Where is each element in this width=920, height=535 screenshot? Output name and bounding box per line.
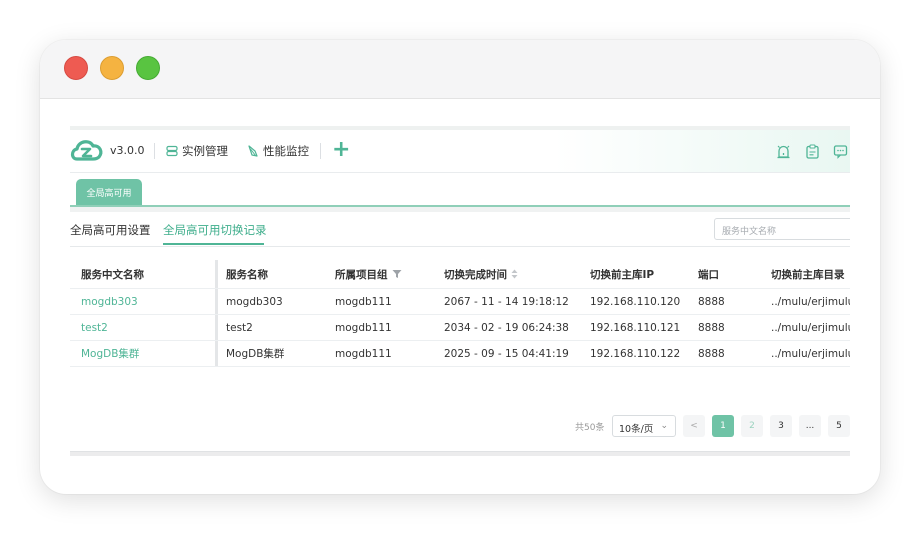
- header-primary-ip: 切换前主库IP: [590, 268, 655, 281]
- app-window: v3.0.0 实例管理 性能监控 + 全局高可用 全局高可用设置 全局高可用切换…: [40, 40, 880, 494]
- tab-global-ha[interactable]: 全局高可用: [76, 179, 142, 205]
- sub-tabs: 全局高可用设置 全局高可用切换记录 服务中文名称: [70, 212, 850, 247]
- table-cell: 2025 - 09 - 15 04:41:19: [444, 347, 569, 360]
- fixed-column-divider: [215, 260, 218, 288]
- switch-records-table: 服务中文名称 服务名称 所属项目组 切换完成时间 切换前主库IP 端口 切换前主…: [70, 260, 850, 367]
- fixed-column-divider: [215, 289, 218, 314]
- clipboard-icon[interactable]: [805, 144, 820, 159]
- active-subtab-indicator: [163, 243, 264, 245]
- service-cn-name-link[interactable]: mogdb303: [81, 289, 138, 314]
- header-label: 所属项目组: [335, 268, 388, 281]
- minimize-button[interactable]: [100, 56, 124, 80]
- add-button[interactable]: +: [332, 139, 350, 161]
- header-primary-dir: 切换前主库目录: [771, 268, 845, 281]
- nav-item-label: 性能监控: [263, 144, 309, 158]
- prev-page-button[interactable]: <: [683, 415, 705, 437]
- app-content: v3.0.0 实例管理 性能监控 + 全局高可用 全局高可用设置 全局高可用切换…: [70, 126, 850, 456]
- nav-divider: [320, 143, 321, 159]
- chevron-down-icon: ⌄: [660, 421, 668, 431]
- fixed-column-divider: [215, 315, 218, 340]
- version-label: v3.0.0: [110, 144, 145, 157]
- total-count: 共50条: [575, 423, 605, 433]
- pagination: 共50条 10条/页 ⌄ < 1 2 3 ... 5: [70, 415, 850, 437]
- maximize-button[interactable]: [136, 56, 160, 80]
- table-cell: mogdb111: [335, 321, 392, 334]
- leaf-icon: [248, 145, 258, 157]
- table-row: mogdb303 mogdb303 mogdb111 2067 - 11 - 1…: [70, 289, 850, 315]
- database-icon: [166, 145, 178, 157]
- filter-icon[interactable]: [392, 269, 402, 279]
- table-cell: mogdb111: [335, 295, 392, 308]
- sort-icon[interactable]: [511, 269, 518, 279]
- table-cell: 192.168.110.122: [590, 347, 681, 360]
- nav-item-label: 实例管理: [182, 144, 228, 158]
- page-size-select[interactable]: 10条/页 ⌄: [612, 415, 676, 437]
- table-cell: ../mulu/erjimulu: [771, 321, 850, 334]
- search-input[interactable]: 服务中文名称: [714, 218, 850, 240]
- header-port: 端口: [698, 268, 719, 281]
- nav-item-instance-management[interactable]: 实例管理: [166, 142, 228, 160]
- nav-divider: [154, 143, 155, 159]
- page-button-5[interactable]: 5: [828, 415, 850, 437]
- table-cell: MogDB集群: [226, 348, 285, 360]
- service-cn-name-link[interactable]: test2: [81, 315, 108, 340]
- page-button-3[interactable]: 3: [770, 415, 792, 437]
- header-service-name: 服务名称: [226, 268, 268, 281]
- header-service-cn-name: 服务中文名称: [81, 268, 144, 281]
- logo-icon: [70, 140, 103, 161]
- chat-icon[interactable]: [833, 144, 848, 159]
- alarm-icon[interactable]: [776, 144, 791, 159]
- service-cn-name-link[interactable]: MogDB集群: [81, 341, 139, 366]
- table-cell: 8888: [698, 347, 725, 360]
- table-cell: 2034 - 02 - 19 06:24:38: [444, 321, 569, 334]
- table-cell: ../mulu/erjimulu: [771, 295, 850, 308]
- table-cell: 8888: [698, 295, 725, 308]
- page-size-value: 10条/页: [619, 424, 654, 435]
- nav-item-performance-monitoring[interactable]: 性能监控: [247, 142, 309, 160]
- page-button-1[interactable]: 1: [712, 415, 734, 437]
- subtab-ha-switch-records[interactable]: 全局高可用切换记录: [163, 222, 267, 238]
- page-button-2[interactable]: 2: [741, 415, 763, 437]
- table-cell: 8888: [698, 321, 725, 334]
- fixed-column-divider: [215, 341, 218, 366]
- header-label: 切换完成时间: [444, 268, 507, 281]
- title-bar: [40, 40, 880, 99]
- table-cell: mogdb111: [335, 347, 392, 360]
- page-ellipsis[interactable]: ...: [799, 415, 821, 437]
- table-cell: 2067 - 11 - 14 19:18:12: [444, 295, 569, 308]
- table-header-row: 服务中文名称 服务名称 所属项目组 切换完成时间 切换前主库IP 端口 切换前主…: [70, 260, 850, 289]
- table-row: MogDB集群 MogDB集群 mogdb111 2025 - 09 - 15 …: [70, 341, 850, 367]
- table-cell: 192.168.110.120: [590, 295, 681, 308]
- close-button[interactable]: [64, 56, 88, 80]
- subtab-ha-settings[interactable]: 全局高可用设置: [70, 222, 151, 238]
- header-project-group[interactable]: 所属项目组: [335, 260, 402, 288]
- table-cell: ../mulu/erjimulu: [771, 347, 850, 360]
- top-nav: v3.0.0 实例管理 性能监控 +: [70, 130, 850, 173]
- page-tab-bar: 全局高可用: [70, 173, 850, 207]
- table-row: test2 test2 mogdb111 2034 - 02 - 19 06:2…: [70, 315, 850, 341]
- header-switch-time[interactable]: 切换完成时间: [444, 260, 518, 288]
- table-cell: test2: [226, 321, 253, 334]
- table-cell: mogdb303: [226, 295, 283, 308]
- bottom-panel: [70, 451, 850, 456]
- table-cell: 192.168.110.121: [590, 321, 681, 334]
